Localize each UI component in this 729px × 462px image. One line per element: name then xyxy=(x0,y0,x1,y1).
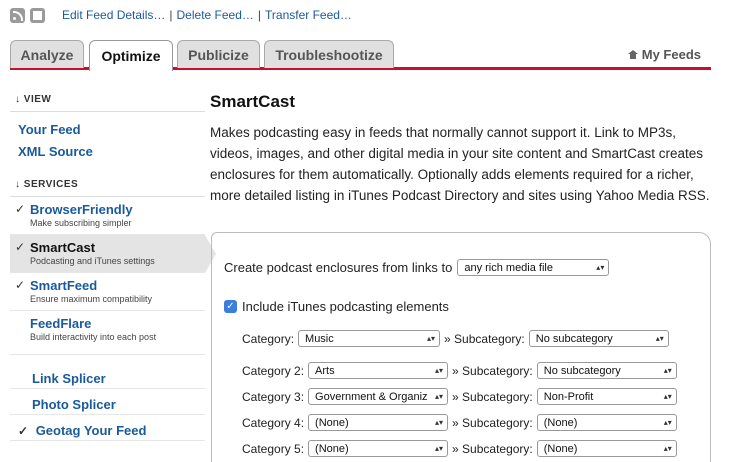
edit-feed-details-link[interactable]: Edit Feed Details… xyxy=(62,8,165,22)
category-select-value: (None) xyxy=(315,442,349,455)
enclosure-select[interactable]: any rich media file ▴▾ xyxy=(457,259,610,276)
service-name: Link Splicer xyxy=(32,371,106,386)
check-icon: ✓ xyxy=(18,424,29,438)
select-arrows-icon: ▴▾ xyxy=(435,365,444,375)
select-arrows-icon: ▴▾ xyxy=(435,391,444,401)
select-arrows-icon: ▴▾ xyxy=(435,417,444,427)
tab-analyze[interactable]: Analyze xyxy=(10,40,84,68)
main-tabs: Analyze Optimize Publicize Troubleshooti… xyxy=(10,40,711,71)
separator: | xyxy=(169,8,173,22)
service-name: SmartFeed xyxy=(30,278,98,293)
rss-icon[interactable] xyxy=(10,7,25,23)
page-description: Makes podcasting easy in feeds that norm… xyxy=(210,125,710,203)
select-arrows-icon: ▴▾ xyxy=(663,365,672,375)
category-row: Category 4: (None) ▴▾ » Subcategory: (No… xyxy=(242,414,677,431)
service-description: Build interactivity into each post xyxy=(30,332,157,342)
service-name: FeedFlare xyxy=(30,316,92,331)
sidebar-item-your-feed[interactable]: Your Feed xyxy=(10,122,81,137)
sidebar-item-feedflare[interactable]: FeedFlare Build interactivity into each … xyxy=(10,311,205,355)
sidebar-item-browserfriendly[interactable]: ✓ BrowserFriendly Make subscribing simpl… xyxy=(10,197,205,235)
sidebar-item-link-splicer[interactable]: Link Splicer xyxy=(10,363,205,389)
select-arrows-icon: ▴▾ xyxy=(596,262,605,272)
subcategory-select[interactable]: Non-Profit ▴▾ xyxy=(536,388,677,405)
category-row: Category 5: (None) ▴▾ » Subcategory: (No… xyxy=(242,440,677,457)
my-feeds-link[interactable]: My Feeds xyxy=(627,47,701,62)
category-select[interactable]: Arts ▴▾ xyxy=(308,362,449,379)
select-arrows-icon: ▴▾ xyxy=(663,443,672,453)
select-arrows-icon: ▴▾ xyxy=(435,443,444,453)
feed-action-bar: Edit Feed Details… | Delete Feed… | Tran… xyxy=(10,5,352,25)
tab-optimize[interactable]: Optimize xyxy=(89,40,173,71)
view-heading: ↓ VIEW xyxy=(10,88,205,112)
service-description: Make subscribing simpler xyxy=(30,218,132,228)
category-row: Category: Music ▴▾ » Subcategory: No sub… xyxy=(242,330,669,347)
category-select[interactable]: (None) ▴▾ xyxy=(308,414,449,431)
main-content: SmartCast Makes podcasting easy in feeds… xyxy=(210,92,715,206)
subcategory-label: » Subcategory: xyxy=(452,415,533,430)
service-name: BrowserFriendly xyxy=(30,202,133,217)
service-description: Ensure maximum compatibility xyxy=(30,294,153,304)
category-label: Category: xyxy=(242,331,295,346)
subcategory-label: » Subcategory: xyxy=(444,331,525,346)
category-select-value: Arts xyxy=(315,364,335,377)
check-icon: ✓ xyxy=(15,278,26,292)
category-select[interactable]: Government & Organiz ▴▾ xyxy=(308,388,449,405)
my-feeds-label: My Feeds xyxy=(641,47,701,62)
subcategory-select-value: No subcategory xyxy=(543,364,621,377)
tab-publicize[interactable]: Publicize xyxy=(177,40,260,68)
category-label: Category 3: xyxy=(242,389,305,404)
enclosure-label: Create podcast enclosures from links to xyxy=(224,260,453,275)
subcategory-select[interactable]: No subcategory ▴▾ xyxy=(536,362,677,379)
home-icon xyxy=(627,50,638,59)
check-icon: ✓ xyxy=(15,202,26,216)
subcategory-label: » Subcategory: xyxy=(452,363,533,378)
separator: | xyxy=(257,8,262,22)
check-icon: ✓ xyxy=(15,240,26,254)
select-arrows-icon: ▴▾ xyxy=(427,333,436,343)
services-heading: ↓ SERVICES xyxy=(10,173,205,197)
category-label: Category 2: xyxy=(242,363,305,378)
category-select-value: Government & Organiz xyxy=(315,390,428,403)
category-select-value: Music xyxy=(305,332,334,345)
service-name: SmartCast xyxy=(30,240,96,255)
enclosure-select-value: any rich media file xyxy=(464,261,553,274)
subcategory-label: » Subcategory: xyxy=(452,389,533,404)
select-arrows-icon: ▴▾ xyxy=(663,417,672,427)
tab-troubleshootize[interactable]: Troubleshootize xyxy=(264,40,394,68)
service-description: Podcasting and iTunes settings xyxy=(30,256,155,266)
smartcast-settings-panel: Create podcast enclosures from links to … xyxy=(211,232,711,462)
select-arrows-icon: ▴▾ xyxy=(655,333,664,343)
doc-icon[interactable] xyxy=(30,7,45,23)
service-name: Photo Splicer xyxy=(32,397,116,412)
sidebar: ↓ VIEW Your Feed XML Source ↓ SERVICES ✓… xyxy=(10,88,216,441)
subcategory-select[interactable]: (None) ▴▾ xyxy=(536,414,677,431)
sidebar-item-xml-source[interactable]: XML Source xyxy=(10,144,93,159)
itunes-label: Include iTunes podcasting elements xyxy=(242,299,449,314)
subcategory-select-value: No subcategory xyxy=(535,332,613,345)
category-select[interactable]: (None) ▴▾ xyxy=(308,440,449,457)
sidebar-item-smartfeed[interactable]: ✓ SmartFeed Ensure maximum compatibility xyxy=(10,273,205,311)
subcategory-select[interactable]: No subcategory ▴▾ xyxy=(528,330,669,347)
category-select[interactable]: Music ▴▾ xyxy=(298,330,441,347)
sidebar-item-photo-splicer[interactable]: Photo Splicer xyxy=(10,389,205,415)
sidebar-item-geotag-your-feed[interactable]: ✓ Geotag Your Feed xyxy=(10,415,205,441)
subcategory-select-value: (None) xyxy=(543,416,578,429)
select-arrows-icon: ▴▾ xyxy=(663,391,672,401)
page-title: SmartCast xyxy=(210,92,296,111)
subcategory-select-value: (None) xyxy=(543,442,578,455)
delete-feed-link[interactable]: Delete Feed… xyxy=(177,8,254,22)
subcategory-select[interactable]: (None) ▴▾ xyxy=(536,440,677,457)
category-row: Category 3: Government & Organiz ▴▾ » Su… xyxy=(242,388,677,405)
itunes-checkbox[interactable]: ✓ xyxy=(224,300,237,313)
category-label: Category 4: xyxy=(242,415,305,430)
category-row: Category 2: Arts ▴▾ » Subcategory: No su… xyxy=(242,362,677,379)
category-select-value: (None) xyxy=(315,416,349,429)
transfer-feed-link[interactable]: Transfer Feed… xyxy=(265,8,352,22)
category-label: Category 5: xyxy=(242,441,305,456)
subcategory-select-value: Non-Profit xyxy=(543,390,594,403)
sidebar-item-smartcast[interactable]: ✓ SmartCast Podcasting and iTunes settin… xyxy=(10,235,216,273)
subcategory-label: » Subcategory: xyxy=(452,441,533,456)
service-name: Geotag Your Feed xyxy=(35,423,147,438)
